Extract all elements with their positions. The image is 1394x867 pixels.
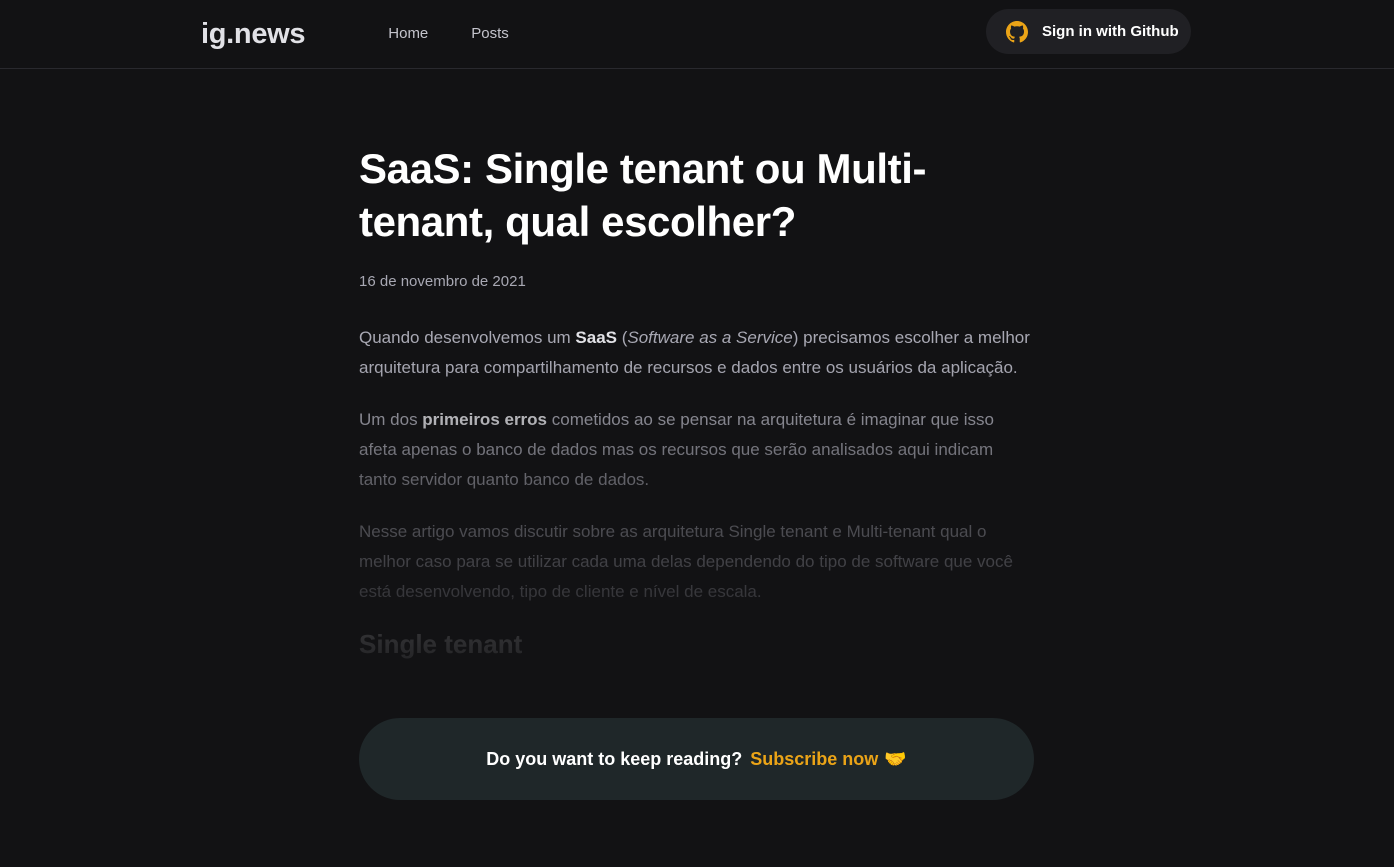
nav-home-link[interactable]: Home xyxy=(388,24,428,44)
subscribe-now-link[interactable]: Subscribe now xyxy=(750,749,878,770)
continue-reading-question: Do you want to keep reading? xyxy=(486,748,743,769)
paragraph-2: Um dos primeiros erros cometidos ao se p… xyxy=(359,410,995,489)
site-logo[interactable]: ig.news xyxy=(201,18,306,51)
article-title: SaaS: Single tenant ou Multi-tenant, qua… xyxy=(359,145,927,245)
article: SaaS: Single tenant ou Multi-tenant, qua… xyxy=(354,142,1039,669)
sign-in-github-button[interactable]: Sign in with Github xyxy=(986,9,1191,54)
article-preview-content: Quando desenvolvemos um SaaS (Software a… xyxy=(354,323,1039,669)
continue-reading-banner: Do you want to keep reading? Subscribe n… xyxy=(359,718,1034,800)
main-nav: Home Posts xyxy=(388,24,552,44)
paragraph-3: Nesse artigo vamos discutir sobre as arq… xyxy=(359,522,1013,601)
github-icon xyxy=(1006,20,1028,43)
site-header: ig.news Home Posts Sign in with Github xyxy=(0,0,1394,69)
sign-in-label: Sign in with Github xyxy=(1042,23,1179,40)
handshake-icon: 🤝 xyxy=(884,748,907,770)
header-container: ig.news Home Posts Sign in with Github xyxy=(201,0,1191,68)
section-heading: Single tenant xyxy=(359,629,523,659)
nav-posts-link[interactable]: Posts xyxy=(471,24,509,44)
paragraph-1: Quando desenvolvemos um SaaS (Software a… xyxy=(359,328,1030,377)
article-date: 16 de novembro de 2021 xyxy=(359,273,526,290)
